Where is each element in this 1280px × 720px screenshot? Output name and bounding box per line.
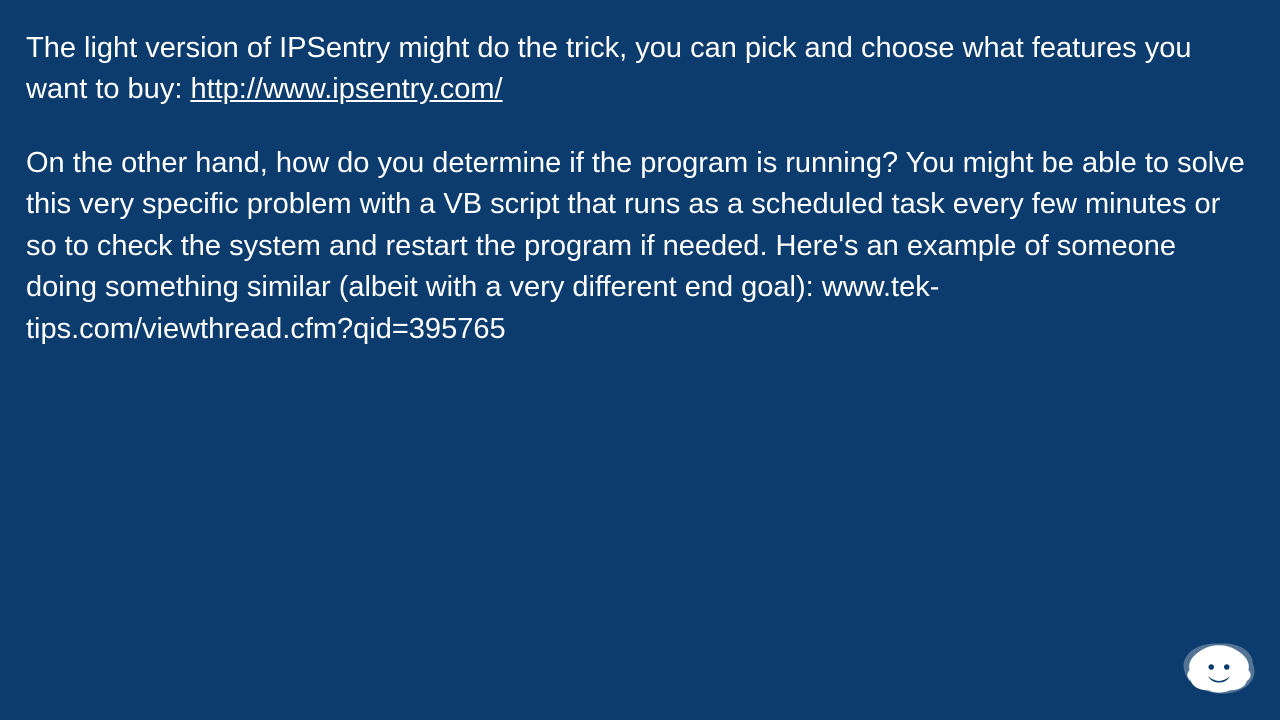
paragraph-2-text: On the other hand, how do you determine … <box>26 147 1245 345</box>
ipsentry-link[interactable]: http://www.ipsentry.com/ <box>190 73 502 105</box>
paragraph-1: The light version of IPSentry might do t… <box>26 28 1254 111</box>
content-area: The light version of IPSentry might do t… <box>0 0 1280 350</box>
paragraph-2: On the other hand, how do you determine … <box>26 143 1254 350</box>
mascot-icon <box>1180 636 1258 698</box>
